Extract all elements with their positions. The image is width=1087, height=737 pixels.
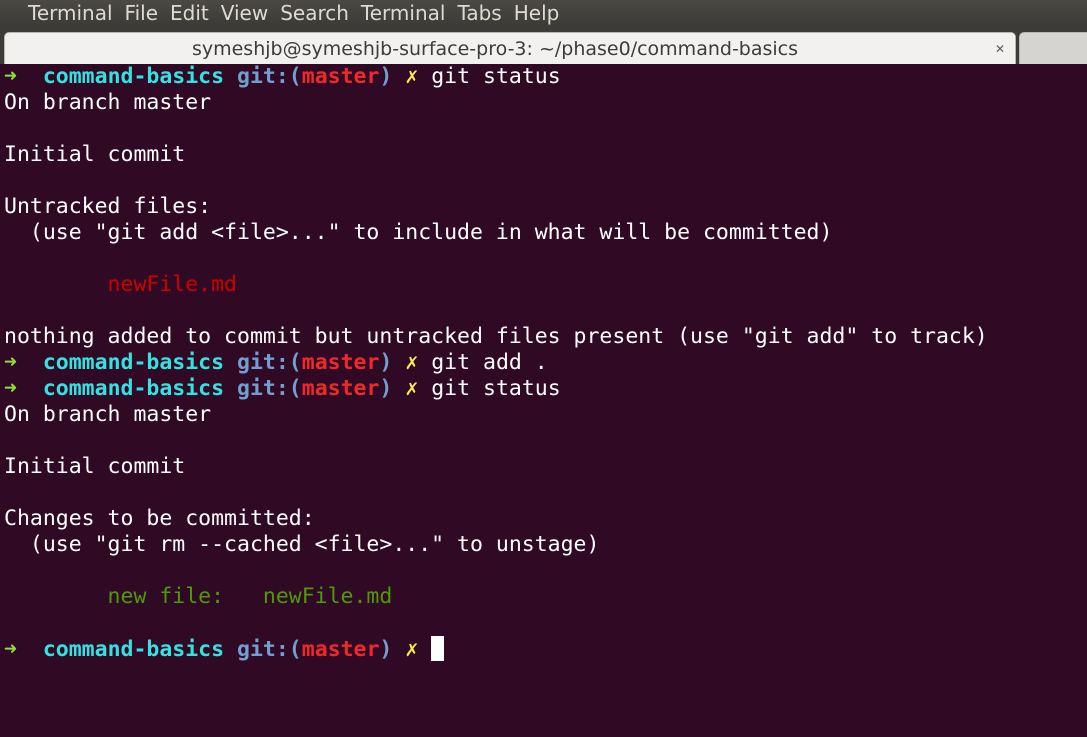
prompt-branch: master — [301, 376, 380, 401]
tab-strip: symeshjb@symeshjb-surface-pro-3: ~/phase… — [0, 26, 1087, 64]
prompt-directory: command-basics — [42, 637, 225, 662]
prompt-dirty-icon: ✗ — [405, 376, 419, 401]
prompt-directory: command-basics — [42, 64, 225, 89]
prompt-line-active[interactable]: ➜ command-basics git:(master) ✗ — [0, 636, 1087, 662]
prompt-dirty-icon: ✗ — [405, 637, 419, 662]
prompt-git-close: ) — [379, 350, 393, 375]
output-line: (use "git add <file>..." to include in w… — [4, 220, 833, 245]
menu-view[interactable]: View — [215, 0, 274, 26]
output-line: Untracked files: — [4, 194, 212, 219]
menu-bar: Terminal File Edit View Search Terminal … — [0, 0, 1087, 26]
prompt-branch: master — [301, 350, 380, 375]
prompt-line: ➜ command-basics git:(master) ✗ git add … — [0, 350, 1087, 376]
menu-file[interactable]: File — [119, 0, 164, 26]
command-text: git status — [431, 64, 561, 89]
prompt-git-label: git:( — [237, 376, 302, 401]
command-text: git add . — [431, 350, 548, 375]
prompt-directory: command-basics — [42, 376, 225, 401]
tab-terminal-active[interactable]: symeshjb@symeshjb-surface-pro-3: ~/phase… — [4, 32, 1016, 64]
untracked-file-line: newFile.md — [4, 272, 237, 297]
menu-help[interactable]: Help — [508, 0, 566, 26]
staged-file-line: new file: newFile.md — [4, 584, 393, 609]
output-line: Changes to be committed: — [4, 506, 315, 531]
prompt-git-label: git:( — [237, 350, 302, 375]
prompt-line: ➜ command-basics git:(master) ✗ git stat… — [0, 64, 1087, 90]
menu-edit[interactable]: Edit — [164, 0, 215, 26]
prompt-line: ➜ command-basics git:(master) ✗ git stat… — [0, 376, 1087, 402]
output-line: (use "git rm --cached <file>..." to unst… — [4, 532, 600, 557]
output-line: Initial commit — [4, 142, 186, 167]
prompt-git-close: ) — [379, 637, 393, 662]
prompt-arrow-icon: ➜ — [4, 64, 17, 89]
menu-tabs[interactable]: Tabs — [451, 0, 507, 26]
prompt-branch: master — [301, 64, 380, 89]
menu-terminal[interactable]: Terminal — [355, 0, 452, 26]
prompt-git-close: ) — [379, 376, 393, 401]
close-icon[interactable]: ✕ — [995, 33, 1005, 65]
prompt-dirty-icon: ✗ — [405, 64, 419, 89]
tab-terminal-inactive[interactable] — [1019, 32, 1087, 64]
output-line: On branch master — [4, 90, 212, 115]
output-line: nothing added to commit but untracked fi… — [4, 324, 988, 349]
text-cursor[interactable] — [431, 636, 445, 661]
prompt-arrow-icon: ➜ — [4, 376, 17, 401]
output-line: Initial commit — [4, 454, 186, 479]
prompt-arrow-icon: ➜ — [4, 350, 17, 375]
prompt-git-label: git:( — [237, 64, 302, 89]
menu-terminal-app[interactable]: Terminal — [0, 0, 119, 26]
prompt-git-close: ) — [379, 64, 393, 89]
command-text: git status — [431, 376, 561, 401]
prompt-git-label: git:( — [237, 637, 302, 662]
prompt-branch: master — [301, 637, 380, 662]
menu-search[interactable]: Search — [274, 0, 355, 26]
output-line: On branch master — [4, 402, 212, 427]
prompt-dirty-icon: ✗ — [405, 350, 419, 375]
window-title: symeshjb@symeshjb-surface-pro-3: ~/phase… — [191, 38, 799, 60]
prompt-arrow-icon: ➜ — [4, 637, 17, 662]
terminal-output[interactable]: ➜ command-basics git:(master) ✗ git stat… — [0, 64, 1087, 737]
prompt-directory: command-basics — [42, 350, 225, 375]
